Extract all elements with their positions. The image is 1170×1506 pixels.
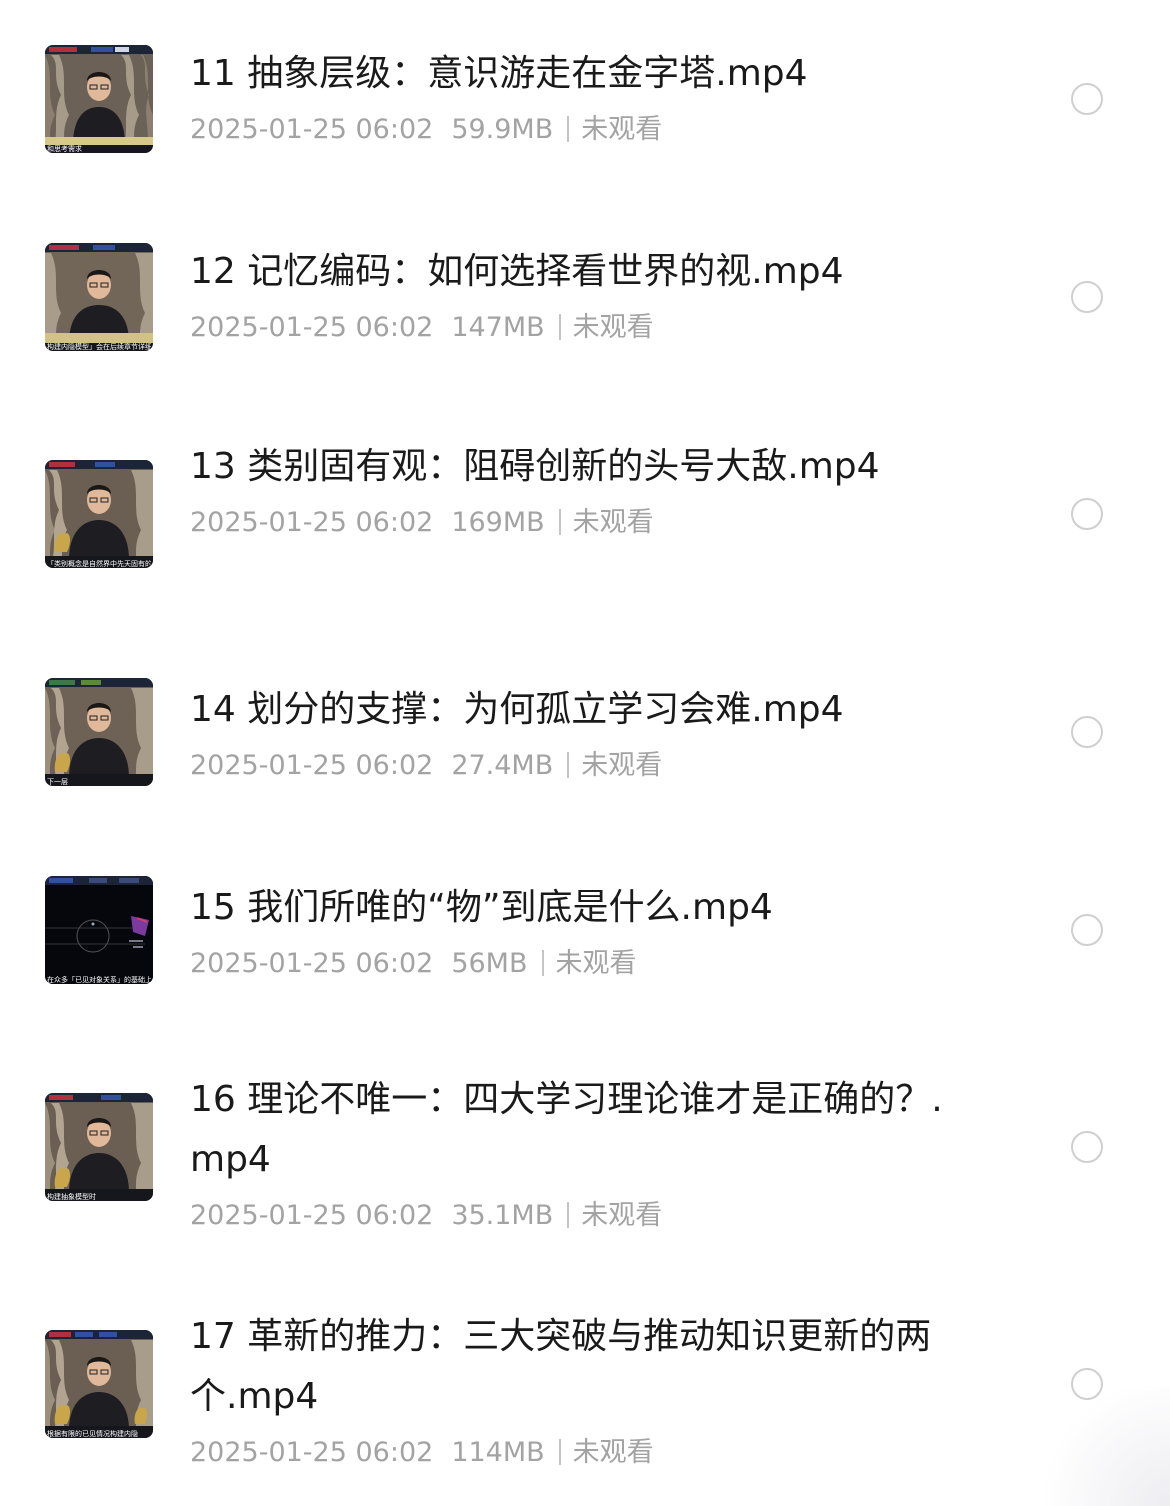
select-radio[interactable]: [1071, 1131, 1103, 1163]
meta-divider: [558, 314, 561, 340]
file-size: 35.1MB: [451, 1200, 554, 1231]
select-radio[interactable]: [1071, 716, 1103, 748]
file-date: 2025-01-25 06:02: [190, 948, 434, 979]
file-meta: 2025-01-25 06:02 114MB 未观看: [190, 1433, 960, 1473]
meta-divider: [558, 1439, 561, 1465]
video-thumbnail[interactable]: 在众多「已见对象关系」的基础上: [45, 876, 153, 984]
file-size: 59.9MB: [451, 114, 554, 145]
file-list: 和思考需求 11 抽象层级：意识游走在金字塔.mp4 2025-01-25 06…: [0, 0, 1170, 1506]
thumbnail-caption: 构建内隐模型」会在后续章节详细讲: [47, 343, 151, 351]
select-radio[interactable]: [1071, 281, 1103, 313]
file-date: 2025-01-25 06:02: [190, 1437, 434, 1468]
file-name[interactable]: 12 记忆编码：如何选择看世界的视.mp4: [190, 242, 960, 302]
video-thumbnail[interactable]: 构建抽象模型时: [45, 1093, 153, 1201]
presenter-thumbnail-image: [45, 45, 153, 153]
file-size: 27.4MB: [451, 750, 554, 781]
watch-status: 未观看: [581, 750, 663, 781]
diagram-thumbnail-image: [45, 876, 153, 984]
file-size: 147MB: [451, 312, 545, 343]
file-meta: 2025-01-25 06:02 27.4MB 未观看: [190, 746, 960, 786]
meta-divider: [567, 116, 570, 142]
meta-divider: [558, 509, 561, 535]
file-name[interactable]: 17 革新的推力：三大突破与推动知识更新的两个.mp4: [190, 1307, 960, 1427]
presenter-thumbnail-image: [45, 1093, 153, 1201]
file-meta: 2025-01-25 06:02 35.1MB 未观看: [190, 1196, 960, 1236]
watch-status: 未观看: [581, 114, 663, 145]
presenter-thumbnail-image: [45, 678, 153, 786]
file-name[interactable]: 14 划分的支撑：为何孤立学习会难.mp4: [190, 680, 960, 740]
file-meta: 2025-01-25 06:02 147MB 未观看: [190, 308, 960, 348]
thumbnail-caption: 下一层: [47, 778, 68, 786]
video-thumbnail[interactable]: 构建内隐模型」会在后续章节详细讲: [45, 243, 153, 351]
watch-status: 未观看: [572, 312, 654, 343]
thumbnail-caption: 「类别概念是自然界中先天固有的」: [47, 560, 151, 568]
video-thumbnail[interactable]: 下一层: [45, 678, 153, 786]
watch-status: 未观看: [572, 507, 654, 538]
select-radio[interactable]: [1071, 914, 1103, 946]
meta-divider: [567, 1202, 570, 1228]
thumbnail-caption: 构建抽象模型时: [47, 1193, 96, 1201]
file-meta: 2025-01-25 06:02 56MB 未观看: [190, 944, 960, 984]
file-date: 2025-01-25 06:02: [190, 114, 434, 145]
file-date: 2025-01-25 06:02: [190, 507, 434, 538]
file-name[interactable]: 16 理论不唯一：四大学习理论谁才是正确的？.mp4: [190, 1070, 960, 1190]
presenter-thumbnail-image: [45, 243, 153, 351]
video-thumbnail[interactable]: 「类别概念是自然界中先天固有的」: [45, 460, 153, 568]
file-date: 2025-01-25 06:02: [190, 750, 434, 781]
thumbnail-caption: 和思考需求: [47, 145, 82, 153]
select-radio[interactable]: [1071, 1368, 1103, 1400]
presenter-thumbnail-image: [45, 1330, 153, 1438]
select-radio[interactable]: [1071, 498, 1103, 530]
meta-divider: [567, 752, 570, 778]
file-size: 169MB: [451, 507, 545, 538]
file-name[interactable]: 13 类别固有观：阻碍创新的头号大敌.mp4: [190, 437, 960, 497]
file-date: 2025-01-25 06:02: [190, 1200, 434, 1231]
file-size: 56MB: [451, 948, 528, 979]
watch-status: 未观看: [555, 948, 637, 979]
select-radio[interactable]: [1071, 83, 1103, 115]
file-meta: 2025-01-25 06:02 169MB 未观看: [190, 503, 960, 543]
thumbnail-caption: 根据有限的已见情况构建内隐: [47, 1430, 138, 1438]
file-name[interactable]: 15 我们所唯的“物”到底是什么.mp4: [190, 878, 960, 938]
presenter-thumbnail-image: [45, 460, 153, 568]
watch-status: 未观看: [581, 1200, 663, 1231]
video-thumbnail[interactable]: 根据有限的已见情况构建内隐: [45, 1330, 153, 1438]
watch-status: 未观看: [572, 1437, 654, 1468]
thumbnail-caption: 在众多「已见对象关系」的基础上: [47, 976, 151, 984]
file-meta: 2025-01-25 06:02 59.9MB 未观看: [190, 110, 960, 150]
file-date: 2025-01-25 06:02: [190, 312, 434, 343]
file-name[interactable]: 11 抽象层级：意识游走在金字塔.mp4: [190, 44, 960, 104]
meta-divider: [541, 950, 544, 976]
file-size: 114MB: [451, 1437, 545, 1468]
video-thumbnail[interactable]: 和思考需求: [45, 45, 153, 153]
